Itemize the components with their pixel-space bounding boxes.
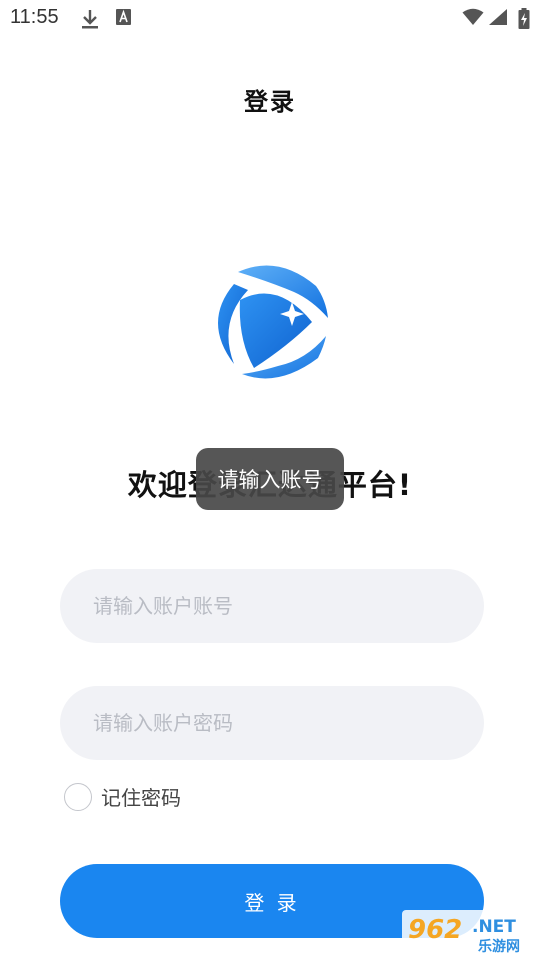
- page-title: 登录: [244, 88, 296, 116]
- watermark-number: 962: [408, 915, 462, 945]
- remember-password-label: 记住密码: [101, 786, 181, 810]
- password-input[interactable]: [60, 686, 484, 760]
- app-logo-icon: [218, 265, 328, 379]
- a-icon: [116, 9, 131, 25]
- download-icon: [82, 10, 98, 29]
- watermark-logo: 962 .NET 乐游网: [402, 910, 536, 955]
- wifi-icon: [462, 8, 484, 25]
- toast-message: 请输入账号: [196, 448, 344, 510]
- status-time: 11:55: [10, 6, 59, 28]
- status-bar: 11:55: [0, 0, 540, 36]
- signal-icon: [489, 9, 507, 25]
- watermark-suffix: .NET: [472, 917, 516, 937]
- remember-password-option[interactable]: 记住密码: [64, 782, 181, 811]
- toast-text: 请输入账号: [217, 468, 323, 492]
- remember-password-checkbox[interactable]: [64, 782, 92, 811]
- account-input[interactable]: [60, 569, 484, 643]
- battery-icon: [518, 8, 530, 29]
- watermark-subtext: 乐游网: [478, 938, 520, 955]
